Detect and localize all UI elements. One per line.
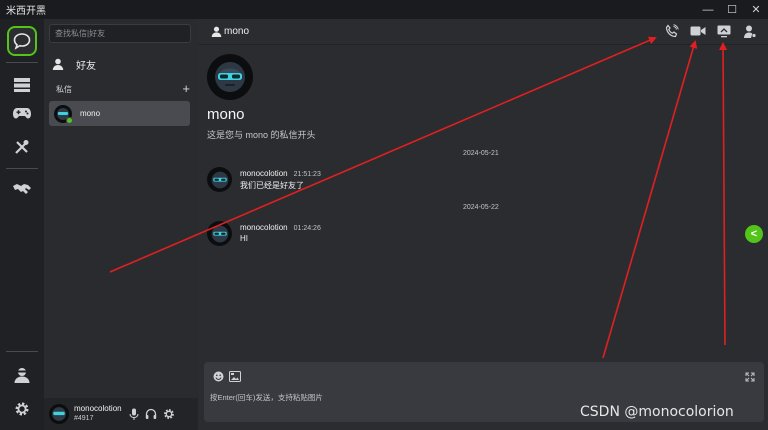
chat-title: mono: [224, 26, 250, 37]
dm-header-label: 私信: [56, 84, 72, 94]
emoji-icon[interactable]: [213, 371, 224, 382]
person-icon: [52, 58, 64, 70]
online-status-dot: [66, 116, 73, 124]
user-profile-icon: [14, 368, 30, 383]
message-author[interactable]: monocolotion: [240, 223, 288, 232]
rail-handshake-button[interactable]: [7, 174, 37, 204]
date-divider: 2024-05-22: [463, 204, 499, 211]
chat-header: mono: [198, 19, 768, 45]
robot-avatar-icon: [211, 225, 228, 242]
video-camera-icon: [690, 26, 706, 36]
server-icon: [14, 78, 30, 92]
chat-bubble-icon: [13, 33, 31, 50]
avatar[interactable]: [207, 167, 232, 192]
message-time: 01:24:26: [293, 225, 321, 232]
friends-nav-item[interactable]: 好友: [52, 55, 192, 73]
rail-profile-button[interactable]: [7, 360, 37, 390]
user-profile-icon: [744, 25, 756, 38]
robot-avatar-icon: [211, 171, 228, 188]
title-bar: 米西开黑 — ☐ ✕: [0, 0, 768, 19]
intro-avatar: [207, 54, 253, 100]
friends-label: 好友: [76, 60, 96, 72]
settings-gear-icon: [15, 402, 29, 416]
avatar[interactable]: [207, 221, 232, 246]
intro-description: 这是您与 mono 的私信开头: [207, 130, 316, 140]
dm-item-name: mono: [80, 109, 101, 118]
contacts-panel: 好友 私信 + mono monocolotion #4917: [44, 19, 198, 430]
composer-placeholder: 按Enter(回车)发送，支持粘贴图片: [210, 393, 323, 402]
dm-list-item[interactable]: mono: [49, 101, 190, 126]
person-icon: [211, 26, 222, 37]
chat-header-title: mono: [211, 26, 249, 37]
user-profile-button[interactable]: [742, 23, 758, 39]
search-input[interactable]: [49, 24, 191, 43]
avatar[interactable]: [49, 404, 69, 424]
rail-tools-button[interactable]: [7, 132, 37, 162]
microphone-icon[interactable]: [129, 408, 139, 420]
minimize-button[interactable]: —: [696, 0, 720, 19]
headphones-icon[interactable]: [145, 408, 157, 420]
settings-gear-icon[interactable]: [163, 408, 175, 420]
rail-divider: [6, 168, 38, 169]
user-tag: #4917: [74, 415, 94, 422]
watermark: CSDN @monocolorion: [580, 404, 734, 420]
video-call-button[interactable]: [690, 23, 706, 39]
phone-icon: [665, 24, 679, 38]
expand-icon[interactable]: [745, 372, 755, 382]
current-user-bar: monocolotion #4917: [44, 398, 198, 430]
rail-game-button[interactable]: [7, 98, 37, 128]
date-divider: 2024-05-21: [463, 150, 499, 157]
add-dm-button[interactable]: +: [182, 82, 190, 95]
maximize-button[interactable]: ☐: [720, 0, 744, 19]
chat-area: mono mono 这是您与 mono 的私信开头 2024-05-21 mon…: [198, 19, 768, 430]
message-text: 我们已经是好友了: [240, 181, 304, 190]
left-rail: [0, 19, 44, 430]
close-button[interactable]: ✕: [744, 0, 768, 19]
rail-server-button[interactable]: [7, 70, 37, 100]
window-title: 米西开黑: [6, 6, 46, 17]
dm-section-header: 私信 +: [56, 82, 190, 95]
screen-share-icon: [717, 25, 731, 37]
rail-divider: [6, 351, 38, 352]
user-name: monocolotion: [74, 404, 122, 413]
side-panel-toggle-button[interactable]: <: [745, 225, 763, 243]
robot-avatar-icon: [215, 62, 245, 92]
screen-share-button[interactable]: [716, 23, 732, 39]
message-item: monocolotion 01:24:26 HI: [207, 221, 321, 246]
current-user-name: monocolotion #4917: [74, 404, 122, 424]
handshake-icon: [13, 184, 31, 194]
image-upload-icon[interactable]: [229, 371, 241, 382]
gamepad-icon: [13, 108, 31, 119]
rail-divider: [6, 62, 38, 63]
rail-chat-button[interactable]: [7, 26, 37, 56]
message-time: 21:51:23: [293, 171, 321, 178]
tools-icon: [15, 140, 29, 154]
message-text: HI: [240, 234, 248, 243]
message-item: monocolotion 21:51:23 我们已经是好友了: [207, 167, 321, 192]
intro-name: mono: [207, 106, 245, 123]
avatar: [54, 104, 73, 124]
voice-call-button[interactable]: [664, 23, 680, 39]
message-author[interactable]: monocolotion: [240, 169, 288, 178]
rail-settings-button[interactable]: [7, 394, 37, 424]
robot-avatar-icon: [52, 407, 66, 421]
